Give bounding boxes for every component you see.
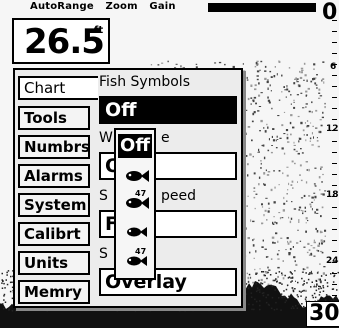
whiteline-label-start: W [99,130,113,146]
fish-symbol-icon [127,227,147,237]
dropdown-option-fish-depth[interactable]: 47 [119,188,153,210]
fish-symbols-field[interactable]: Off [99,96,237,124]
scale-mark-6: 6 [330,62,337,72]
fish-depth-label: 47 [135,247,146,256]
status-text: AutoRange Zoom Gain [30,1,184,12]
tab-tools[interactable]: Tools [18,106,90,130]
mode-label-start: S [99,246,108,262]
fish-symbol-depth-icon: 47 [127,247,147,266]
tab-chart[interactable]: Chart [18,76,98,100]
whiteline-label-end: e [161,130,170,146]
scale-bottom-label: 30 [306,301,339,327]
tab-calibrate[interactable]: Calibrt [18,222,90,246]
auto-range-label: AutoRange [30,1,94,12]
fish-symbols-label: Fish Symbols [99,74,190,90]
dropdown-option-fish-small[interactable] [119,220,153,242]
scale-top-label: 0 [322,0,338,25]
tab-alarms[interactable]: Alarms [18,164,90,188]
tab-memory[interactable]: Memry [18,280,90,304]
fish-symbol-depth-icon: 47 [126,189,149,209]
scroll-speed-label-end: peed [161,188,196,204]
tab-system[interactable]: System [18,193,90,217]
scale-mark-12: 12 [326,124,339,134]
scale-mark-18: 18 [326,190,339,200]
dropdown-option-off[interactable]: Off [118,134,152,158]
dropdown-option-fish[interactable] [119,164,153,186]
sonar-screen: AutoRange Zoom Gain 0 6 12 18 24 30 26.5… [0,0,339,328]
gain-bar [208,3,316,12]
depth-unit: ft [94,25,104,36]
zoom-label: Zoom [105,1,138,12]
dropdown-option-fish-small-depth[interactable]: 47 [119,246,153,268]
fish-symbol-icon [126,170,149,182]
tab-numbers[interactable]: Numbrs [18,135,90,159]
tab-units[interactable]: Units [18,251,90,275]
scroll-speed-label-start: S [99,188,108,204]
status-strip: AutoRange Zoom Gain [0,0,339,14]
fish-symbols-dropdown: Off 47 47 [114,128,156,280]
gain-label: Gain [149,1,176,12]
scale-mark-24: 24 [326,256,339,266]
depth-value: 26.5 [24,22,105,62]
fish-depth-label: 47 [135,189,146,198]
depth-readout: 26.5 ft [12,18,110,64]
